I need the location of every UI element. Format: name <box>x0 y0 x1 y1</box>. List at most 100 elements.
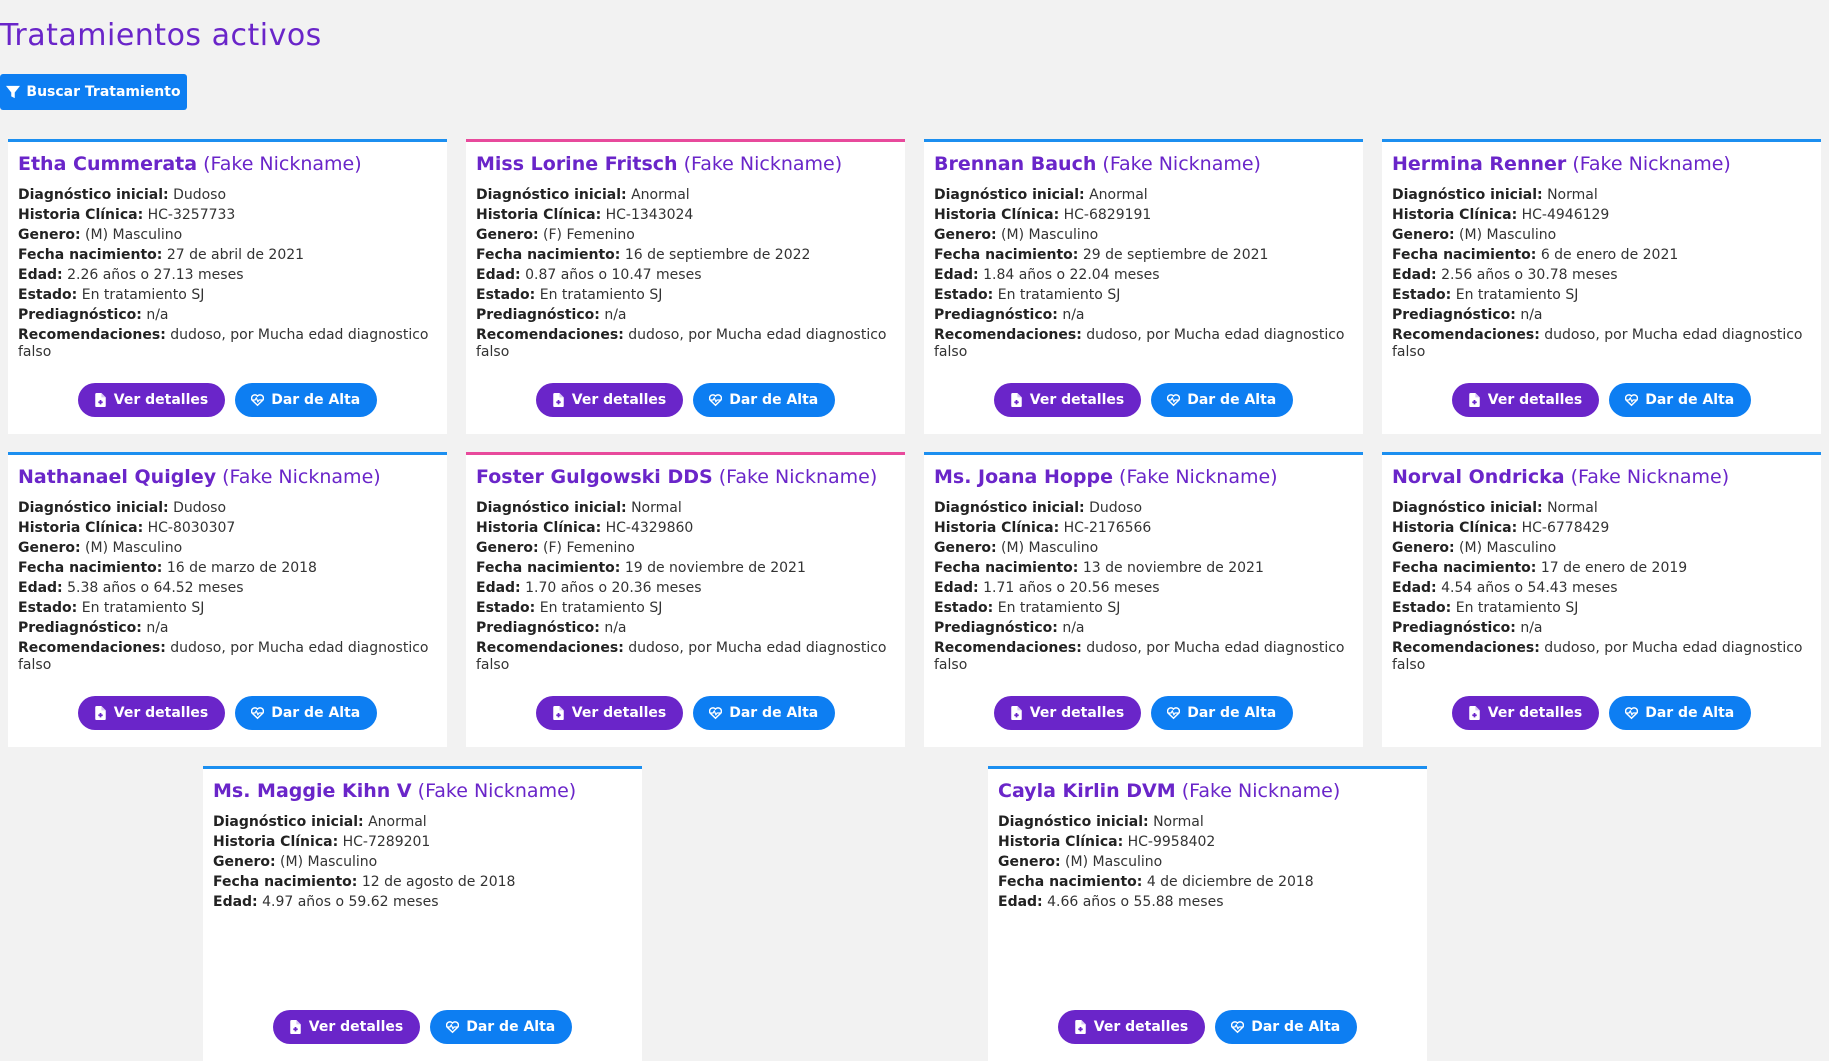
field-recomendaciones-label: Recomendaciones: <box>18 327 166 343</box>
discharge-button[interactable]: Dar de Alta <box>430 1010 573 1044</box>
field-genero-label: Genero: <box>1392 540 1455 556</box>
discharge-button[interactable]: Dar de Alta <box>1215 1010 1358 1044</box>
view-details-button[interactable]: Ver detalles <box>77 696 226 730</box>
field-recomendaciones: Recomendaciones: dudoso, por Mucha edad … <box>1392 327 1811 361</box>
discharge-button[interactable]: Dar de Alta <box>235 383 378 417</box>
field-prediagnostico-value: n/a <box>146 307 169 323</box>
view-details-button[interactable]: Ver detalles <box>77 383 226 417</box>
heart-pulse-icon <box>1167 707 1181 720</box>
file-medical-icon <box>553 393 564 407</box>
field-genero-value: (M) Masculino <box>280 854 378 870</box>
field-recomendaciones-label: Recomendaciones: <box>18 640 166 656</box>
field-diagnostico: Diagnóstico inicial: Dudoso <box>18 500 437 517</box>
field-edad-value: 1.70 años o 20.36 meses <box>525 580 702 596</box>
field-prediagnostico-label: Prediagnóstico: <box>18 307 142 323</box>
view-details-button[interactable]: Ver detalles <box>993 383 1142 417</box>
field-diagnostico: Diagnóstico inicial: Normal <box>998 814 1417 831</box>
discharge-label: Dar de Alta <box>1187 705 1277 721</box>
patient-card: Ms. Maggie Kihn V (Fake Nickname) Diagnó… <box>203 766 642 1061</box>
patient-name: Brennan Bauch <box>934 153 1097 175</box>
heart-pulse-icon <box>251 707 265 720</box>
field-nacimiento: Fecha nacimiento: 13 de noviembre de 202… <box>934 560 1353 577</box>
discharge-button[interactable]: Dar de Alta <box>1151 383 1294 417</box>
field-historia-label: Historia Clínica: <box>476 207 602 223</box>
field-edad-value: 4.97 años o 59.62 meses <box>262 894 439 910</box>
field-genero-label: Genero: <box>934 540 997 556</box>
field-prediagnostico-label: Prediagnóstico: <box>1392 307 1516 323</box>
field-prediagnostico-label: Prediagnóstico: <box>18 620 142 636</box>
patient-card: Norval Ondricka (Fake Nickname) Diagnóst… <box>1382 452 1821 747</box>
file-medical-icon <box>1075 1020 1086 1034</box>
patient-name: Nathanael Quigley <box>18 466 217 488</box>
field-diagnostico-value: Normal <box>631 500 682 516</box>
view-details-label: Ver detalles <box>1487 392 1583 408</box>
field-edad: Edad: 2.56 años o 30.78 meses <box>1392 267 1811 284</box>
field-edad: Edad: 4.66 años o 55.88 meses <box>998 894 1417 911</box>
field-estado: Estado: En tratamiento SJ <box>1392 287 1811 304</box>
field-edad-value: 4.54 años o 54.43 meses <box>1441 580 1618 596</box>
discharge-button[interactable]: Dar de Alta <box>1609 696 1752 730</box>
view-details-label: Ver detalles <box>571 392 667 408</box>
discharge-button[interactable]: Dar de Alta <box>693 696 836 730</box>
field-estado: Estado: En tratamiento SJ <box>476 287 895 304</box>
field-genero-value: (M) Masculino <box>1001 227 1099 243</box>
field-recomendaciones: Recomendaciones: dudoso, por Mucha edad … <box>18 327 437 361</box>
view-details-button[interactable]: Ver detalles <box>535 383 684 417</box>
view-details-button[interactable]: Ver detalles <box>993 696 1142 730</box>
field-edad-label: Edad: <box>998 894 1043 910</box>
view-details-button[interactable]: Ver detalles <box>1451 383 1600 417</box>
field-genero-label: Genero: <box>1392 227 1455 243</box>
field-genero-label: Genero: <box>18 227 81 243</box>
field-edad-value: 4.66 años o 55.88 meses <box>1047 894 1224 910</box>
field-nacimiento-label: Fecha nacimiento: <box>18 247 163 263</box>
patient-name-heading: Nathanael Quigley (Fake Nickname) <box>18 465 437 489</box>
field-nacimiento: Fecha nacimiento: 12 de agosto de 2018 <box>213 874 632 891</box>
field-historia-label: Historia Clínica: <box>934 520 1060 536</box>
field-diagnostico-value: Normal <box>1547 187 1598 203</box>
page-title: Tratamientos activos <box>0 18 322 53</box>
view-details-button[interactable]: Ver detalles <box>1451 696 1600 730</box>
field-edad-label: Edad: <box>476 267 521 283</box>
field-prediagnostico: Prediagnóstico: n/a <box>18 620 437 637</box>
field-historia-value: HC-4946129 <box>1521 207 1610 223</box>
field-estado-value: En tratamiento SJ <box>1455 600 1579 616</box>
field-recomendaciones: Recomendaciones: dudoso, por Mucha edad … <box>1392 640 1811 674</box>
field-estado: Estado: En tratamiento SJ <box>934 600 1353 617</box>
field-prediagnostico-label: Prediagnóstico: <box>934 307 1058 323</box>
field-diagnostico: Diagnóstico inicial: Normal <box>1392 187 1811 204</box>
field-genero-value: (M) Masculino <box>1459 540 1557 556</box>
field-historia-value: HC-6778429 <box>1521 520 1610 536</box>
patient-card: Etha Cummerata (Fake Nickname) Diagnósti… <box>8 139 447 434</box>
patient-name-heading: Brennan Bauch (Fake Nickname) <box>934 152 1353 176</box>
patient-name: Cayla Kirlin DVM <box>998 780 1176 802</box>
field-estado: Estado: En tratamiento SJ <box>476 600 895 617</box>
discharge-label: Dar de Alta <box>729 392 819 408</box>
view-details-button[interactable]: Ver detalles <box>272 1010 421 1044</box>
file-medical-icon <box>553 706 564 720</box>
field-prediagnostico-value: n/a <box>604 307 627 323</box>
field-historia-value: HC-2176566 <box>1063 520 1152 536</box>
discharge-button[interactable]: Dar de Alta <box>235 696 378 730</box>
field-edad-label: Edad: <box>18 580 63 596</box>
field-recomendaciones-label: Recomendaciones: <box>934 640 1082 656</box>
patient-name-heading: Miss Lorine Fritsch (Fake Nickname) <box>476 152 895 176</box>
file-medical-icon <box>290 1020 301 1034</box>
field-historia-label: Historia Clínica: <box>213 834 339 850</box>
view-details-button[interactable]: Ver detalles <box>535 696 684 730</box>
heart-pulse-icon <box>709 707 723 720</box>
field-genero: Genero: (F) Femenino <box>476 227 895 244</box>
file-medical-icon <box>1011 706 1022 720</box>
field-edad-label: Edad: <box>934 580 979 596</box>
search-treatment-button[interactable]: Buscar Tratamiento <box>0 74 187 110</box>
discharge-button[interactable]: Dar de Alta <box>693 383 836 417</box>
patient-name-heading: Ms. Joana Hoppe (Fake Nickname) <box>934 465 1353 489</box>
field-diagnostico: Diagnóstico inicial: Normal <box>1392 500 1811 517</box>
discharge-button[interactable]: Dar de Alta <box>1151 696 1294 730</box>
patient-name: Norval Ondricka <box>1392 466 1565 488</box>
discharge-button[interactable]: Dar de Alta <box>1609 383 1752 417</box>
view-details-button[interactable]: Ver detalles <box>1057 1010 1206 1044</box>
field-estado-label: Estado: <box>1392 600 1452 616</box>
discharge-label: Dar de Alta <box>271 392 361 408</box>
field-genero: Genero: (M) Masculino <box>998 854 1417 871</box>
patient-nickname: (Fake Nickname) <box>1102 153 1261 175</box>
